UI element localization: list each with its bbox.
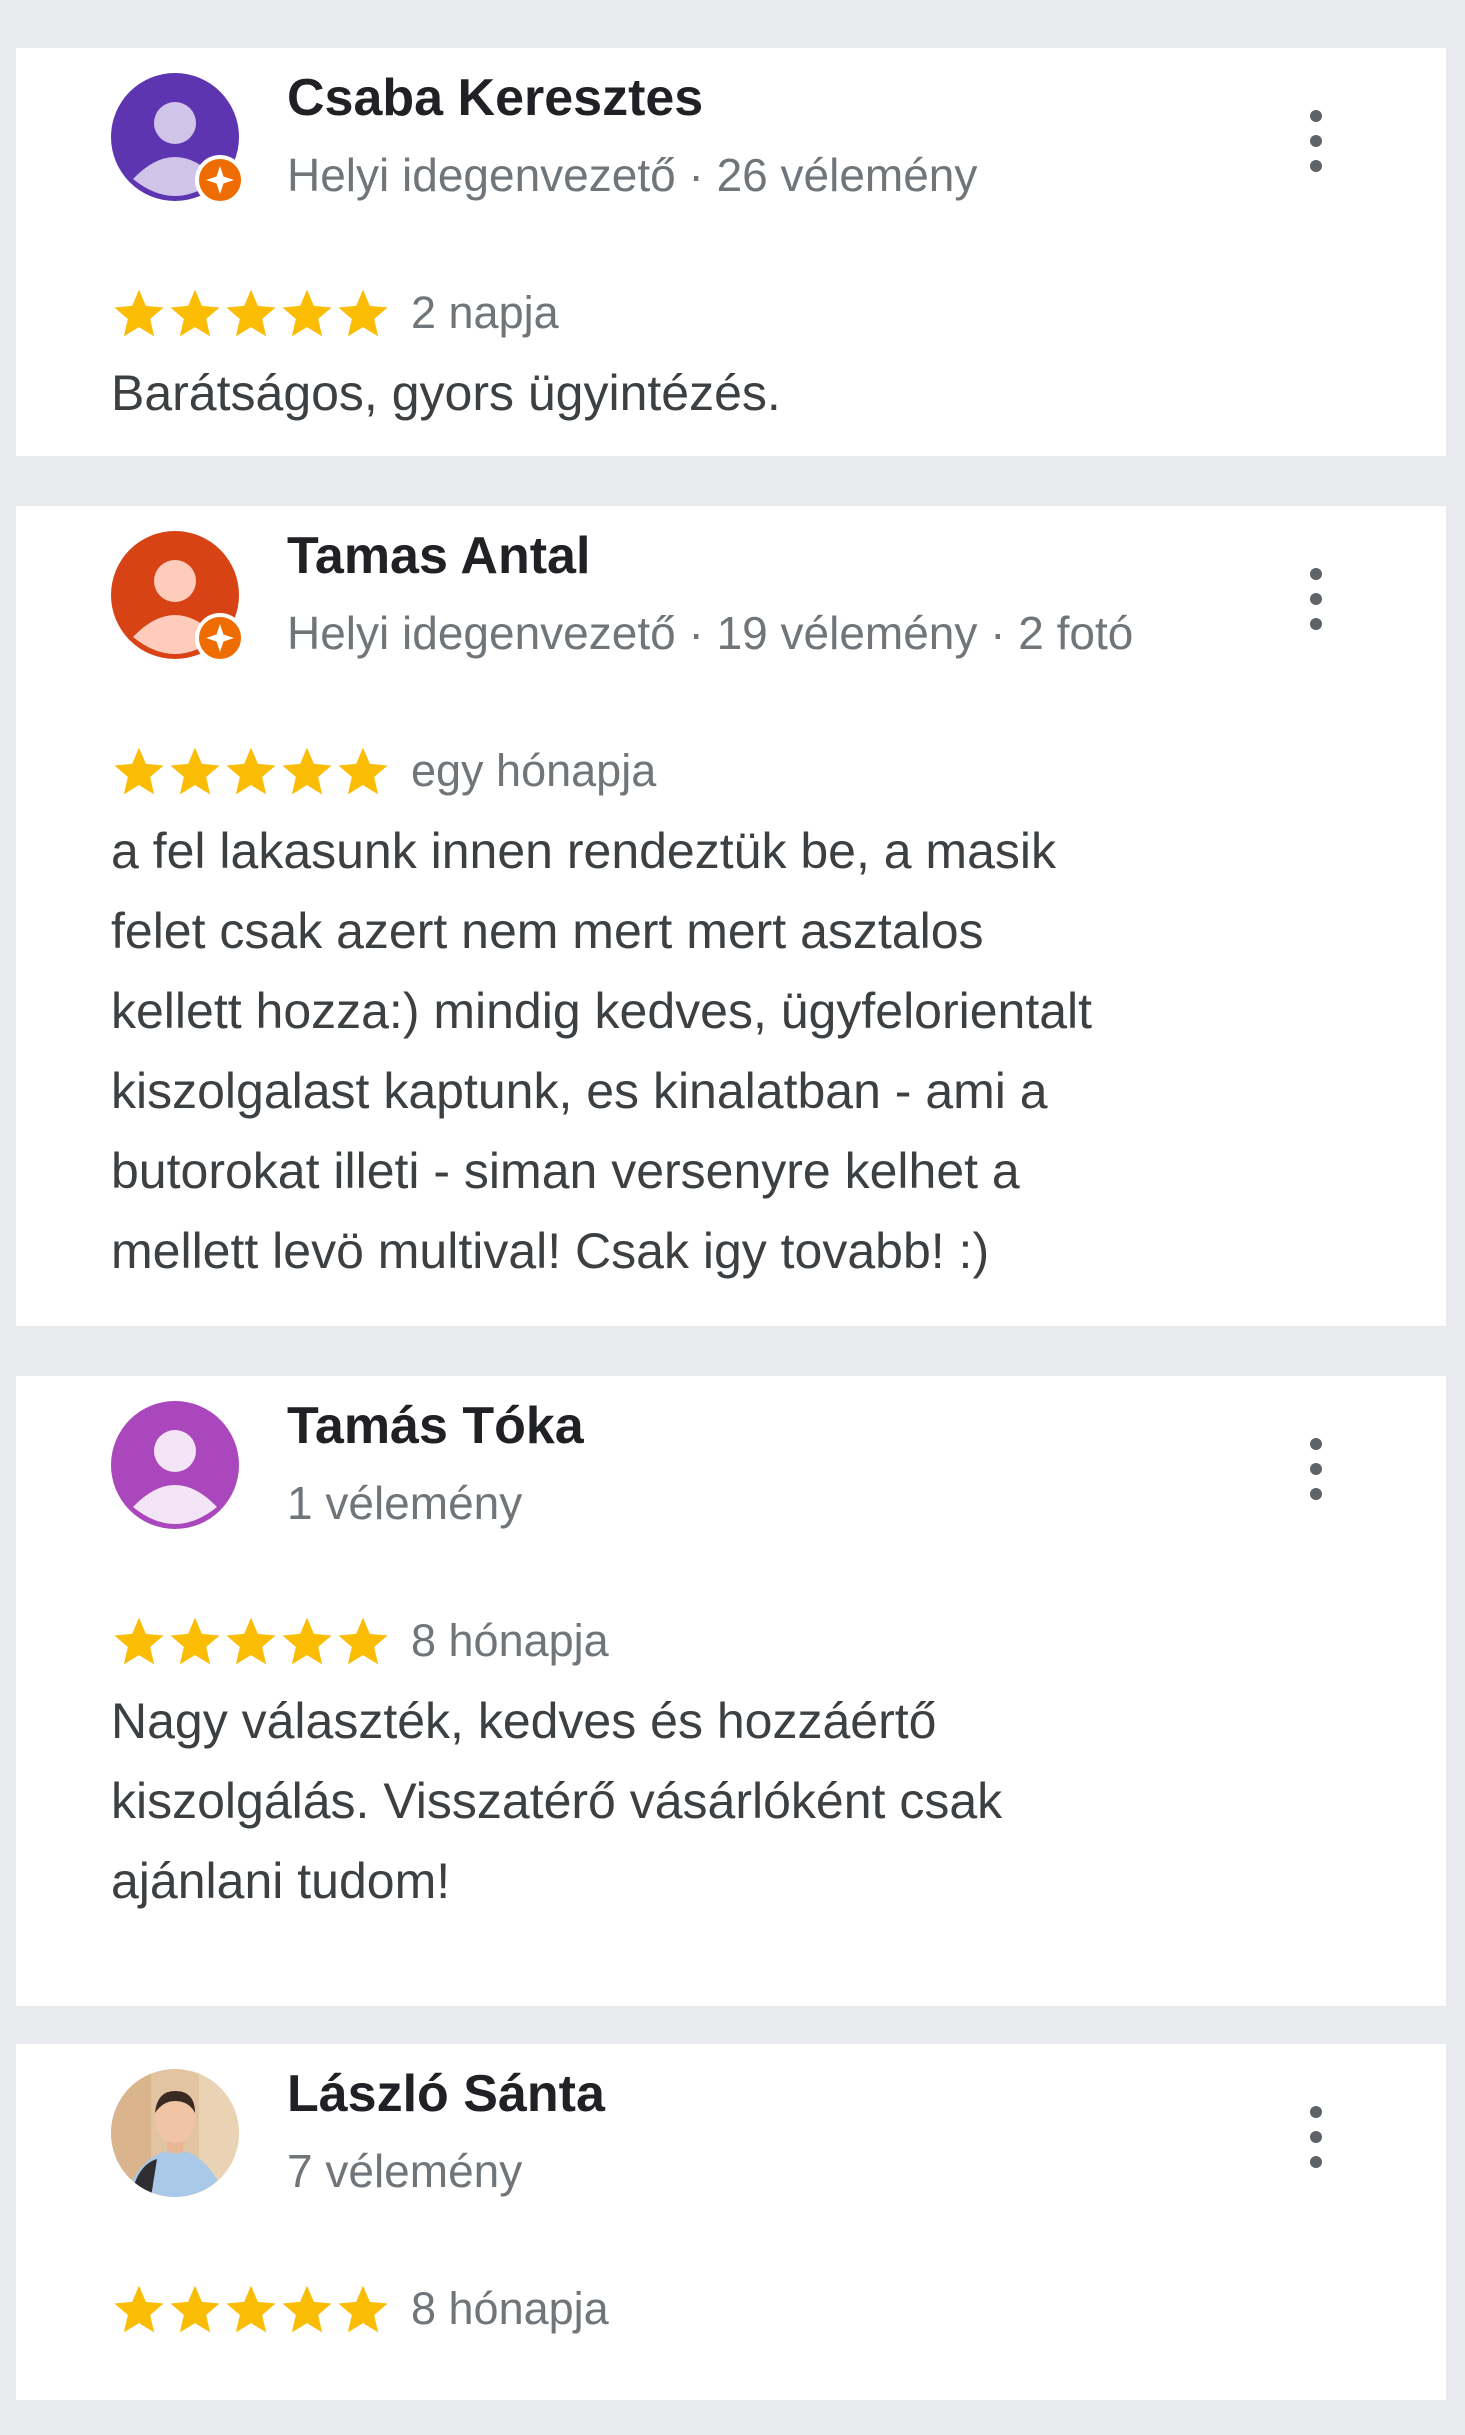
review-text: a fel lakasunk innen rendeztük be, a mas… bbox=[111, 811, 1291, 1291]
star-icon bbox=[114, 2285, 164, 2333]
star-icon bbox=[114, 747, 164, 795]
more-vert-icon[interactable] bbox=[1296, 106, 1336, 176]
rating-row: 2 napja bbox=[111, 283, 559, 343]
star-icon bbox=[338, 2285, 388, 2333]
review-card: Tamas Antal Helyi idegenvezető · 19 véle… bbox=[16, 506, 1446, 1326]
rating-row: 8 hónapja bbox=[111, 2279, 609, 2339]
star-icon bbox=[226, 2285, 276, 2333]
profile-photo-icon bbox=[111, 2069, 239, 2197]
local-guide-badge-icon bbox=[195, 155, 245, 205]
star-icon bbox=[170, 2285, 220, 2333]
reviewer-name[interactable]: Tamas Antal bbox=[287, 526, 590, 586]
reviewer-avatar[interactable] bbox=[111, 1401, 239, 1529]
star-icon bbox=[114, 1617, 164, 1665]
star-icon bbox=[282, 289, 332, 337]
review-text-line: Nagy választék, kedves és hozzáértő bbox=[111, 1693, 937, 1749]
reviewer-meta: Helyi idegenvezető · 26 vélemény bbox=[287, 149, 978, 201]
more-vert-icon[interactable] bbox=[1296, 1434, 1336, 1504]
review-text-line: a fel lakasunk innen rendeztük be, a mas… bbox=[111, 823, 1056, 879]
star-icon bbox=[338, 289, 388, 337]
reviewer-meta: 7 vélemény bbox=[287, 2145, 523, 2197]
reviewer-avatar[interactable] bbox=[111, 73, 245, 205]
rating-row: egy hónapja bbox=[111, 741, 656, 801]
star-icon bbox=[338, 747, 388, 795]
review-card: László Sánta 7 vélemény 8 hónapja bbox=[16, 2044, 1446, 2400]
review-text-line: felet csak azert nem mert mert asztalos bbox=[111, 903, 984, 959]
default-avatar-icon bbox=[111, 1401, 239, 1529]
review-text: Barátságos, gyors ügyintézés. bbox=[111, 353, 1291, 433]
review-date: 8 hónapja bbox=[411, 2283, 609, 2334]
review-card: Tamás Tóka 1 vélemény 8 hónapja Nagy vál… bbox=[16, 1376, 1446, 2006]
star-icon bbox=[226, 1617, 276, 1665]
reviewer-avatar[interactable] bbox=[111, 531, 245, 663]
reviewer-meta: Helyi idegenvezető · 19 vélemény · 2 fot… bbox=[287, 607, 1134, 659]
more-vert-icon[interactable] bbox=[1296, 2102, 1336, 2172]
reviewer-name[interactable]: László Sánta bbox=[287, 2064, 605, 2124]
review-text-line: ajánlani tudom! bbox=[111, 1853, 451, 1909]
star-icon bbox=[282, 2285, 332, 2333]
star-rating bbox=[111, 1613, 391, 1669]
review-text-line: kiszolgalast kaptunk, es kinalatban - am… bbox=[111, 1063, 1048, 1119]
star-icon bbox=[226, 289, 276, 337]
local-guide-badge-icon bbox=[195, 613, 245, 663]
star-icon bbox=[282, 1617, 332, 1665]
rating-row: 8 hónapja bbox=[111, 1611, 609, 1671]
review-text: Nagy választék, kedves és hozzáértő kiszo… bbox=[111, 1681, 1291, 1921]
review-text-line: kiszolgálás. Visszatérő vásárlóként csak bbox=[111, 1773, 1003, 1829]
star-icon bbox=[114, 289, 164, 337]
star-icon bbox=[170, 1617, 220, 1665]
review-text-line: mellett levö multival! Csak igy tovabb! … bbox=[111, 1223, 990, 1279]
reviewer-meta: 1 vélemény bbox=[287, 1477, 523, 1529]
review-date: egy hónapja bbox=[411, 745, 657, 796]
star-rating bbox=[111, 743, 391, 799]
star-icon bbox=[282, 747, 332, 795]
star-icon bbox=[170, 289, 220, 337]
reviewer-name[interactable]: Tamás Tóka bbox=[287, 1396, 584, 1456]
review-card: Csaba Keresztes Helyi idegenvezető · 26 … bbox=[16, 48, 1446, 456]
more-vert-icon[interactable] bbox=[1296, 564, 1336, 634]
reviewer-name[interactable]: Csaba Keresztes bbox=[287, 68, 703, 128]
star-rating bbox=[111, 2281, 391, 2337]
review-text-line: Barátságos, gyors ügyintézés. bbox=[111, 365, 781, 421]
review-date: 8 hónapja bbox=[411, 1615, 609, 1666]
reviewer-avatar[interactable] bbox=[111, 2069, 239, 2197]
review-text-line: butorokat illeti - siman versenyre kelhe… bbox=[111, 1143, 1020, 1199]
star-icon bbox=[226, 747, 276, 795]
review-text-line: kellett hozza:) mindig kedves, ügyfelori… bbox=[111, 983, 1093, 1039]
star-icon bbox=[338, 1617, 388, 1665]
star-icon bbox=[170, 747, 220, 795]
star-rating bbox=[111, 285, 391, 341]
review-date: 2 napja bbox=[411, 287, 559, 338]
